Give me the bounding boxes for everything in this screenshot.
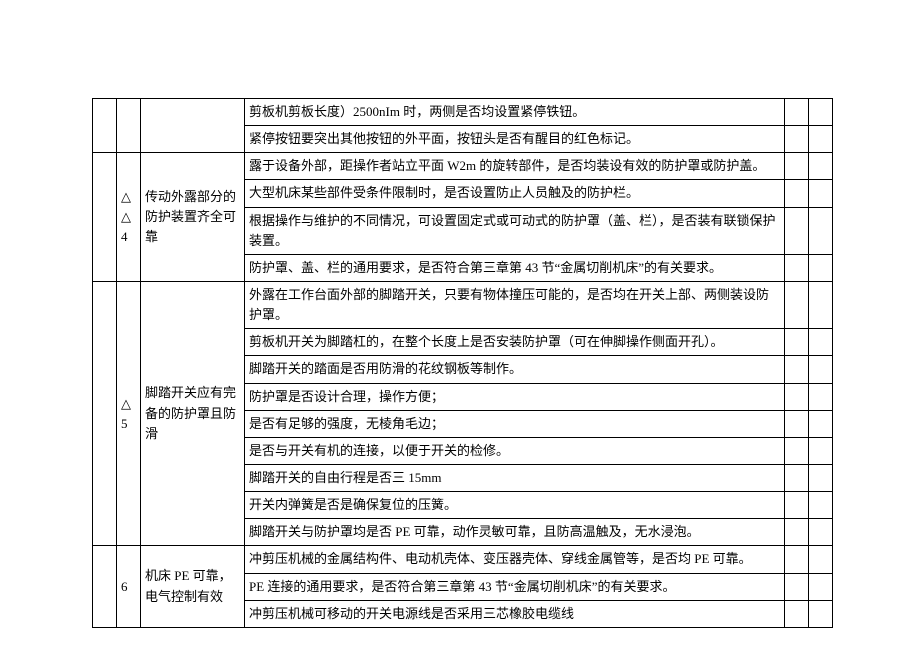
triangle-icon: △ xyxy=(121,396,131,411)
cell-check1 xyxy=(785,329,809,356)
cell-index: △ △ 4 xyxy=(117,153,141,282)
cell-check2 xyxy=(809,207,833,254)
cell-content: 外露在工作台面外部的脚踏开关，只要有物体撞压可能的，是否均在开关上部、两侧装设防… xyxy=(245,281,785,328)
cell-check1 xyxy=(785,464,809,491)
cell-col1 xyxy=(93,99,117,153)
cell-check2 xyxy=(809,464,833,491)
cell-check1 xyxy=(785,207,809,254)
cell-check2 xyxy=(809,519,833,546)
cell-check1 xyxy=(785,492,809,519)
cell-check1 xyxy=(785,126,809,153)
cell-check2 xyxy=(809,153,833,180)
cell-check2 xyxy=(809,180,833,207)
cell-check1 xyxy=(785,254,809,281)
cell-col1 xyxy=(93,546,117,627)
cell-content: 紧停按钮要突出其他按钮的外平面，按钮头是否有醒目的红色标记。 xyxy=(245,126,785,153)
page-container: 剪板机剪板长度）2500nIm 时，两侧是否均设置紧停铁钮。 紧停按钮要突出其他… xyxy=(92,98,832,628)
cell-content: 开关内弹簧是否是确保复位的压簧。 xyxy=(245,492,785,519)
cell-check2 xyxy=(809,356,833,383)
cell-check1 xyxy=(785,281,809,328)
inspection-table: 剪板机剪板长度）2500nIm 时，两侧是否均设置紧停铁钮。 紧停按钮要突出其他… xyxy=(92,98,833,628)
cell-content: 剪板机开关为脚踏杠的，在整个长度上是否安装防护罩（可在伸脚操作侧面开孔）。 xyxy=(245,329,785,356)
index-num: △ 4 xyxy=(121,209,131,244)
cell-check1 xyxy=(785,437,809,464)
triangle-icon: △ xyxy=(121,189,131,204)
cell-col1 xyxy=(93,153,117,282)
cell-index: 6 xyxy=(117,546,141,627)
cell-content: PE 连接的通用要求，是否符合第三章第 43 节“金属切削机床”的有关要求。 xyxy=(245,573,785,600)
index-num: 6 xyxy=(121,579,128,594)
cell-col1 xyxy=(93,281,117,545)
table-row: 6 机床 PE 可靠，电气控制有效 冲剪压机械的金属结构件、电动机壳体、变压器壳… xyxy=(93,546,833,573)
cell-content: 露于设备外部，距操作者站立平面 W2m 的旋转部件，是否均装设有效的防护罩或防护… xyxy=(245,153,785,180)
cell-check2 xyxy=(809,600,833,627)
cell-check1 xyxy=(785,546,809,573)
cell-check2 xyxy=(809,573,833,600)
cell-check2 xyxy=(809,437,833,464)
cell-content: 冲剪压机械可移动的开关电源线是否采用三芯橡胶电缆线 xyxy=(245,600,785,627)
cell-content: 防护罩是否设计合理，操作方便； xyxy=(245,383,785,410)
cell-content: 脚踏开关与防护罩均是否 PE 可靠，动作灵敏可靠，且防高温触及，无水浸泡。 xyxy=(245,519,785,546)
cell-check1 xyxy=(785,180,809,207)
cell-topic: 脚踏开关应有完备的防护罩且防滑 xyxy=(141,281,245,545)
cell-check2 xyxy=(809,492,833,519)
cell-check1 xyxy=(785,153,809,180)
cell-content: 大型机床某些部件受条件限制时，是否设置防止人员触及的防护栏。 xyxy=(245,180,785,207)
cell-content: 防护罩、盖、栏的通用要求，是否符合第三章第 43 节“金属切削机床”的有关要求。 xyxy=(245,254,785,281)
cell-check1 xyxy=(785,573,809,600)
cell-check1 xyxy=(785,519,809,546)
cell-check2 xyxy=(809,329,833,356)
cell-check2 xyxy=(809,126,833,153)
cell-content: 是否与开关有机的连接，以便于开关的检修。 xyxy=(245,437,785,464)
cell-check1 xyxy=(785,99,809,126)
cell-check1 xyxy=(785,410,809,437)
cell-content: 脚踏开关的自由行程是否三 15mm xyxy=(245,464,785,491)
cell-check1 xyxy=(785,600,809,627)
cell-content: 剪板机剪板长度）2500nIm 时，两侧是否均设置紧停铁钮。 xyxy=(245,99,785,126)
table-row: 剪板机剪板长度）2500nIm 时，两侧是否均设置紧停铁钮。 xyxy=(93,99,833,126)
cell-index: △5 xyxy=(117,281,141,545)
cell-topic: 传动外露部分的防护装置齐全可靠 xyxy=(141,153,245,282)
cell-content: 冲剪压机械的金属结构件、电动机壳体、变压器壳体、穿线金属管等，是否均 PE 可靠… xyxy=(245,546,785,573)
cell-topic xyxy=(141,99,245,153)
cell-check2 xyxy=(809,546,833,573)
cell-col2 xyxy=(117,99,141,153)
cell-content: 是否有足够的强度，无棱角毛边； xyxy=(245,410,785,437)
index-num: 5 xyxy=(121,416,128,431)
cell-check2 xyxy=(809,281,833,328)
cell-check1 xyxy=(785,383,809,410)
cell-check2 xyxy=(809,99,833,126)
table-row: △5 脚踏开关应有完备的防护罩且防滑 外露在工作台面外部的脚踏开关，只要有物体撞… xyxy=(93,281,833,328)
cell-check2 xyxy=(809,254,833,281)
table-row: △△ 4 传动外露部分的防护装置齐全可靠 露于设备外部，距操作者站立平面 W2m… xyxy=(93,153,833,180)
cell-check1 xyxy=(785,356,809,383)
cell-content: 根据操作与维护的不同情况，可设置固定式或可动式的防护罩（盖、栏），是否装有联锁保… xyxy=(245,207,785,254)
cell-check2 xyxy=(809,410,833,437)
cell-check2 xyxy=(809,383,833,410)
cell-topic: 机床 PE 可靠，电气控制有效 xyxy=(141,546,245,627)
cell-content: 脚踏开关的踏面是否用防滑的花纹钢板等制作。 xyxy=(245,356,785,383)
